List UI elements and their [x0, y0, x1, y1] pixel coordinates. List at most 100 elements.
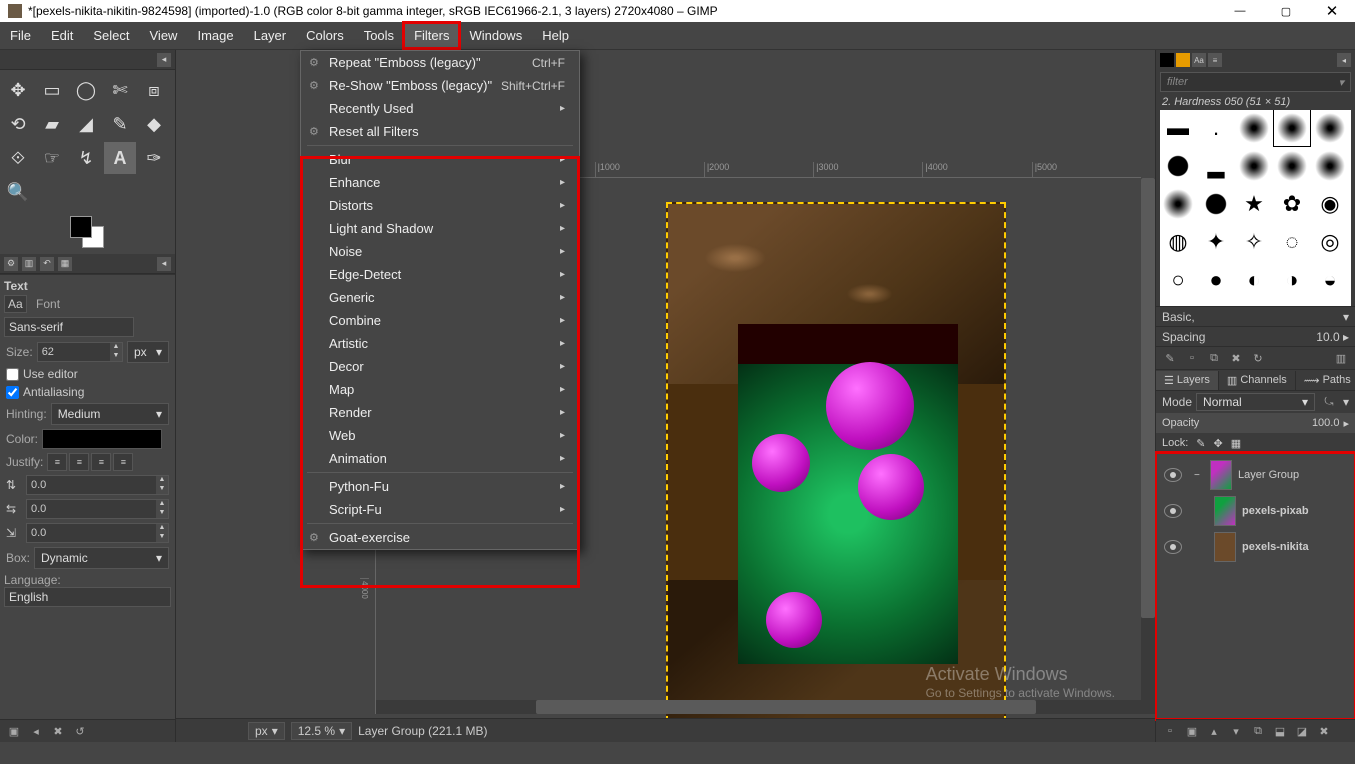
transform-tool[interactable]: ⟲ [2, 108, 34, 140]
color-picker-tool[interactable]: ✑ [138, 142, 170, 174]
brush-preset-select[interactable]: Basic,▾ [1156, 306, 1355, 326]
filters-item-goat-exercise[interactable]: ⚙Goat-exercise [301, 526, 579, 549]
brush-cell[interactable]: ◎ [1312, 224, 1348, 260]
brush-cell[interactable] [1312, 110, 1348, 146]
zoom-tool[interactable]: 🔍 [2, 176, 34, 208]
menu-help[interactable]: Help [532, 23, 579, 48]
brush-cell[interactable]: ▨ [1312, 300, 1348, 306]
indent-input[interactable]: 0.0▲▼ [26, 523, 169, 543]
delete-options-icon[interactable]: ✖ [48, 722, 68, 740]
tab-layers[interactable]: ☰Layers [1156, 371, 1219, 390]
justify-fill[interactable]: ≡ [113, 453, 133, 471]
brush-cell[interactable]: ▬ [1160, 110, 1196, 146]
brush-cell[interactable]: ◒ [1312, 262, 1348, 298]
device-status-icon[interactable]: ▥ [22, 257, 36, 271]
unit-select[interactable]: px▾ [248, 722, 285, 740]
paintbrush-tool[interactable]: ✎ [104, 108, 136, 140]
brush-cell[interactable]: ● [1198, 262, 1234, 298]
canvas[interactable] [666, 202, 1006, 722]
layer-group-icon[interactable]: ▣ [1182, 722, 1202, 740]
menu-view[interactable]: View [140, 23, 188, 48]
path-tool[interactable]: ↯ [70, 142, 102, 174]
gradient-tool[interactable]: ◢ [70, 108, 102, 140]
foreground-color[interactable] [70, 216, 92, 238]
filters-item-distorts[interactable]: Distorts▸ [301, 194, 579, 217]
mode-switch-icon[interactable]: ⤿ [1319, 393, 1339, 411]
layer-del-icon[interactable]: ✖ [1314, 722, 1334, 740]
layer-down-icon[interactable]: ▾ [1226, 722, 1246, 740]
size-input[interactable]: 62 ▲▼ [37, 342, 123, 362]
undo-history-icon[interactable]: ↶ [40, 257, 54, 271]
filters-item-decor[interactable]: Decor▸ [301, 355, 579, 378]
tab-configure-icon[interactable]: ◂ [157, 53, 171, 67]
brush-cell[interactable] [1274, 148, 1310, 184]
lock-alpha-icon[interactable]: ▦ [1231, 437, 1241, 450]
opacity-row[interactable]: Opacity 100.0▸ [1156, 413, 1355, 433]
line-spacing-input[interactable]: 0.0▲▼ [26, 475, 169, 495]
filters-item-animation[interactable]: Animation▸ [301, 447, 579, 470]
restore-options-icon[interactable]: ◂ [26, 722, 46, 740]
brush-cell[interactable] [1160, 148, 1196, 184]
brush-cell[interactable]: ○ [1160, 262, 1196, 298]
brush-spacing-row[interactable]: Spacing10.0 ▸ [1156, 326, 1355, 346]
size-unit-select[interactable]: px▾ [127, 341, 169, 363]
color-swatch[interactable] [66, 214, 110, 250]
box-select[interactable]: Dynamic▾ [34, 547, 169, 569]
justify-left[interactable]: ≡ [47, 453, 67, 471]
bucket-fill-tool[interactable]: ▰ [36, 108, 68, 140]
brush-cell[interactable] [1236, 148, 1272, 184]
menu-file[interactable]: File [0, 23, 41, 48]
brush-cell[interactable]: . [1198, 110, 1234, 146]
filters-item-web[interactable]: Web▸ [301, 424, 579, 447]
text-tool[interactable]: A [104, 142, 136, 174]
brush-cell[interactable]: ✿ [1274, 186, 1310, 222]
layer-up-icon[interactable]: ▴ [1204, 722, 1224, 740]
tabs-configure-icon[interactable]: ◂ [157, 257, 171, 271]
filters-item-render[interactable]: Render▸ [301, 401, 579, 424]
free-select-tool[interactable]: ◯ [70, 74, 102, 106]
fonts-tab-icon[interactable]: Aa [1192, 53, 1206, 67]
brush-cell[interactable]: ★ [1236, 186, 1272, 222]
save-options-icon[interactable]: ▣ [4, 722, 24, 740]
layer-row[interactable]: pexels-pixab [1156, 493, 1355, 529]
minimize-button[interactable]: — [1217, 0, 1263, 22]
filters-item-recently-used[interactable]: Recently Used▸ [301, 97, 579, 120]
brush-cell[interactable] [1236, 110, 1272, 146]
collapse-icon[interactable]: − [1194, 470, 1204, 481]
layer-new-icon[interactable]: ▫ [1160, 722, 1180, 740]
brush-filter-input[interactable]: filter▾ [1160, 72, 1351, 92]
clone-tool[interactable]: ⟐ [2, 142, 34, 174]
maximize-button[interactable]: ▢ [1263, 0, 1309, 22]
menu-image[interactable]: Image [187, 23, 243, 48]
font-button[interactable]: Aa [4, 295, 27, 313]
layer-mask-icon[interactable]: ◪ [1292, 722, 1312, 740]
filters-item-repeat-emboss-legacy-[interactable]: ⚙Repeat "Emboss (legacy)"Ctrl+F [301, 51, 579, 74]
rect-select-tool[interactable]: ▭ [36, 74, 68, 106]
filters-item-noise[interactable]: Noise▸ [301, 240, 579, 263]
filters-item-combine[interactable]: Combine▸ [301, 309, 579, 332]
filters-item-blur[interactable]: Blur▸ [301, 148, 579, 171]
brush-dup-icon[interactable]: ⧉ [1204, 349, 1224, 367]
tab-channels[interactable]: ▥Channels [1219, 371, 1296, 390]
tool-options-icon[interactable]: ⚙ [4, 257, 18, 271]
brush-cell[interactable]: ◐ [1236, 262, 1272, 298]
filters-item-reset-all-filters[interactable]: ⚙Reset all Filters [301, 120, 579, 143]
fuzzy-select-tool[interactable]: ✄ [104, 74, 136, 106]
layer-row[interactable]: −Layer Group [1156, 457, 1355, 493]
justify-center[interactable]: ≡ [91, 453, 111, 471]
filters-item-script-fu[interactable]: Script-Fu▸ [301, 498, 579, 521]
configure-tab-icon[interactable]: ◂ [1337, 53, 1351, 67]
layer-row[interactable]: pexels-nikita [1156, 529, 1355, 565]
menu-edit[interactable]: Edit [41, 23, 83, 48]
visibility-icon[interactable] [1164, 540, 1182, 554]
visibility-icon[interactable] [1164, 504, 1182, 518]
brush-cell[interactable]: ✧ [1236, 224, 1272, 260]
menu-colors[interactable]: Colors [296, 23, 354, 48]
brush-cell[interactable]: ▂ [1198, 148, 1234, 184]
text-color-box[interactable] [42, 429, 162, 449]
history-tab-icon[interactable]: ≡ [1208, 53, 1222, 67]
filters-item-enhance[interactable]: Enhance▸ [301, 171, 579, 194]
antialiasing-checkbox[interactable] [6, 386, 19, 399]
brush-new-icon[interactable]: ▫ [1182, 349, 1202, 367]
brush-cell[interactable]: ✦ [1198, 224, 1234, 260]
